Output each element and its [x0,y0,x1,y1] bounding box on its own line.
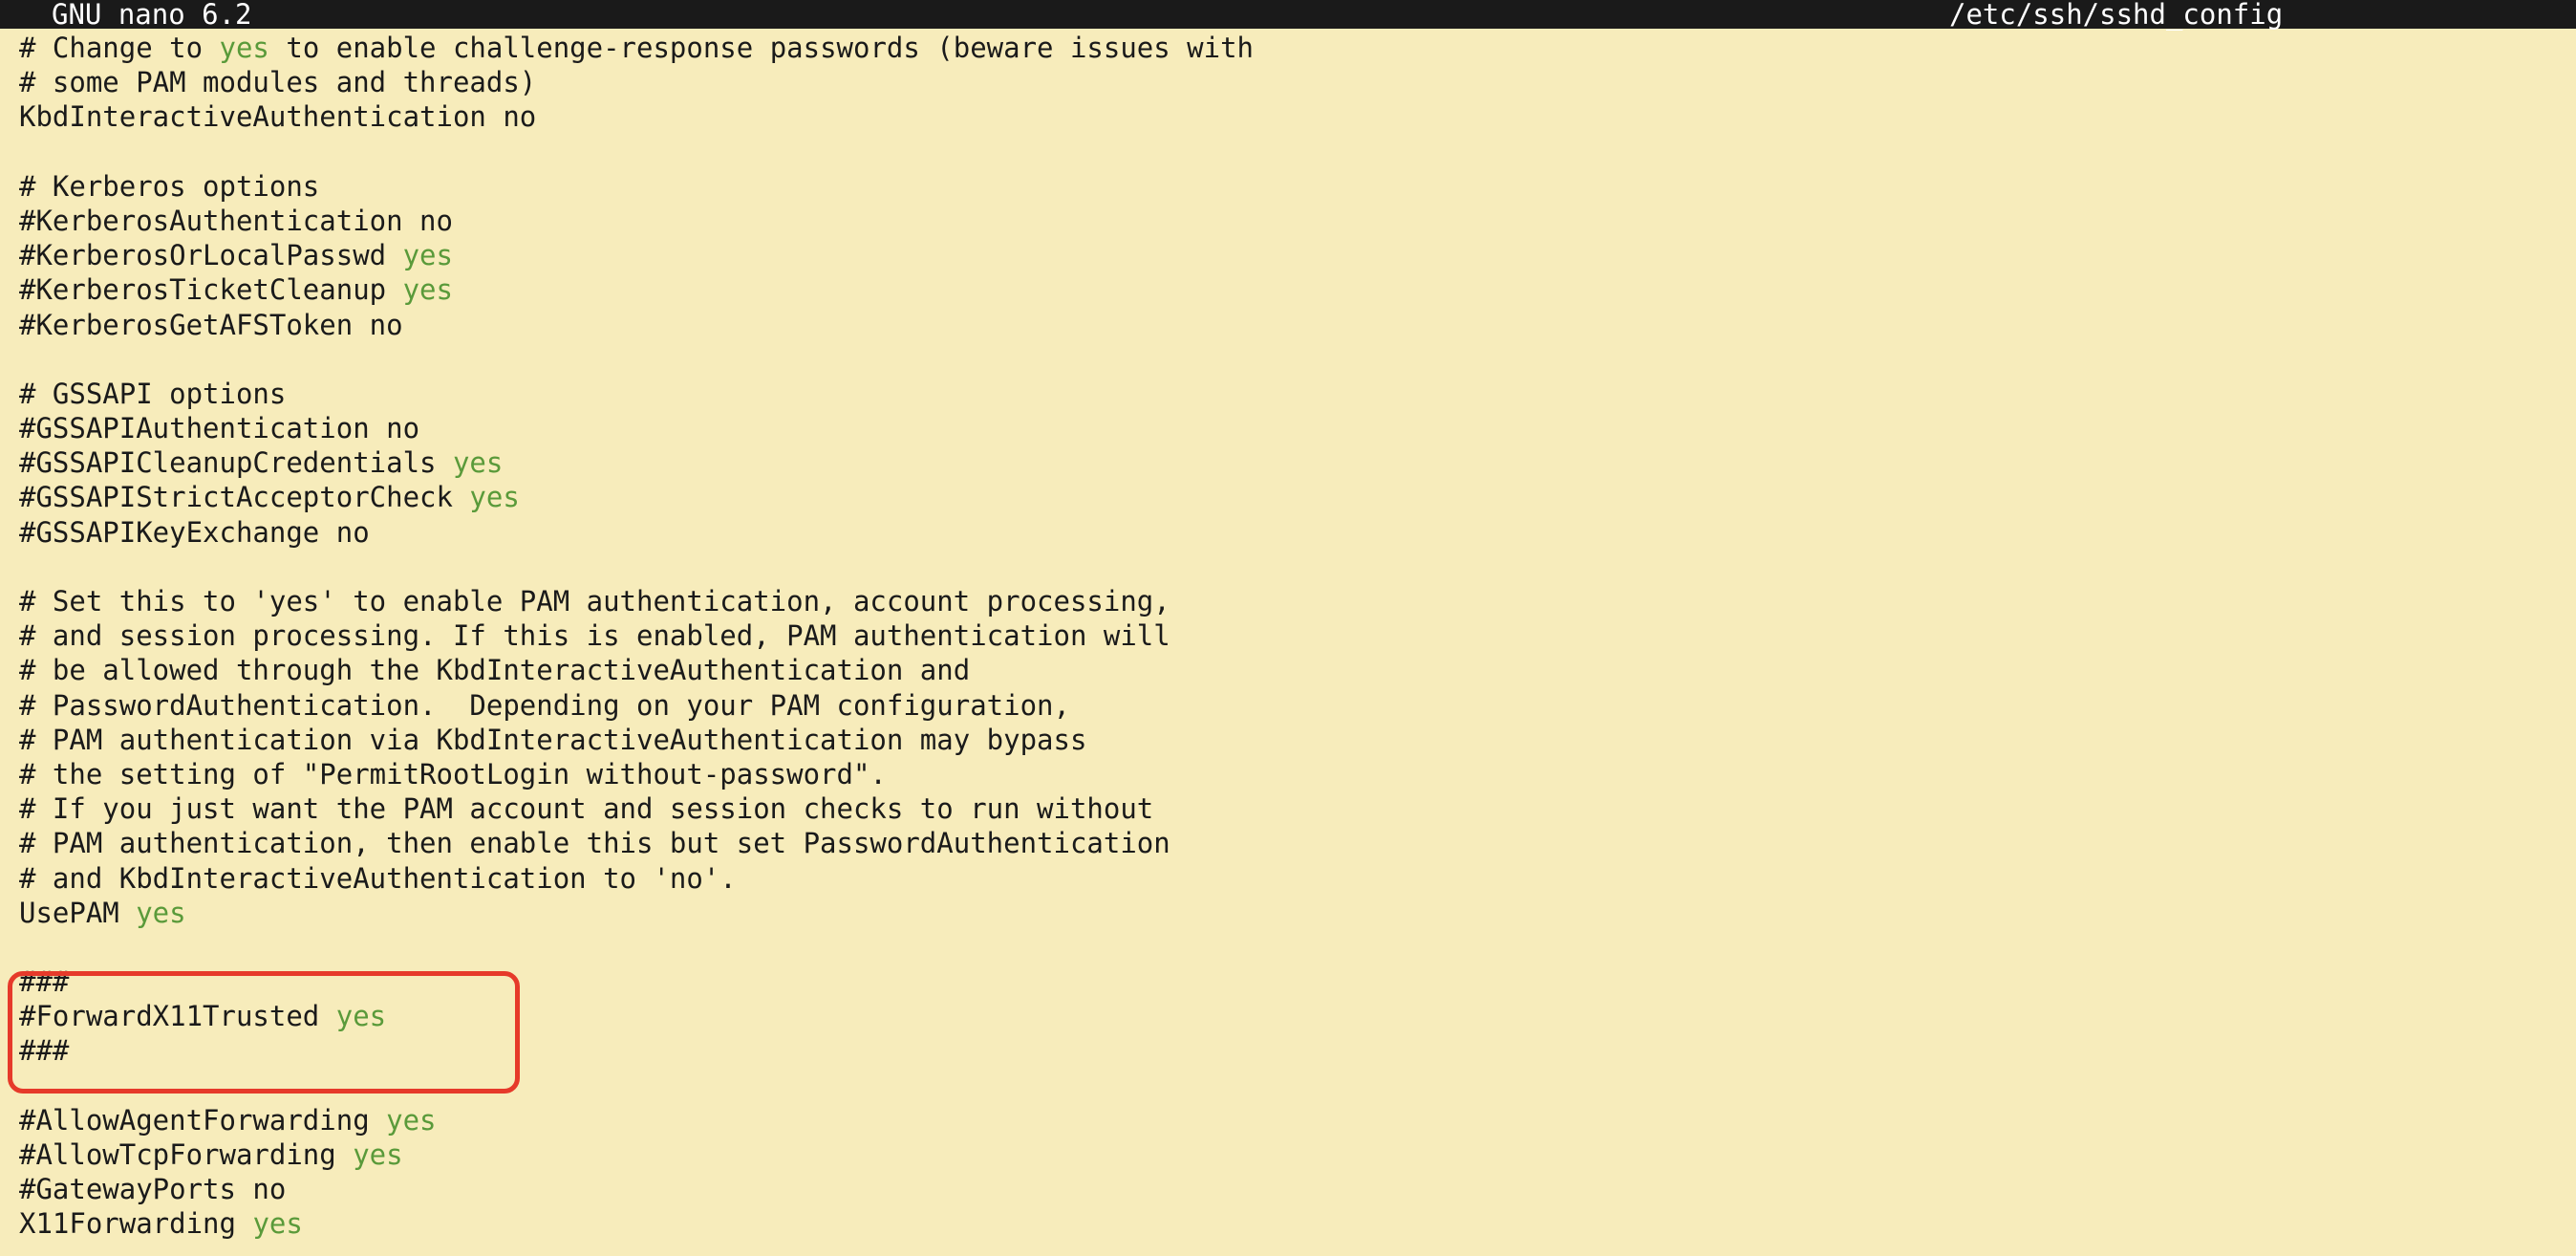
editor-line[interactable]: #GatewayPorts no [19,1172,2576,1206]
text-segment: ### [19,965,69,998]
syntax-yes-token: yes [220,32,269,64]
editor-line[interactable] [19,550,2576,584]
text-segment: #KerberosAuthentication no [19,205,453,237]
editor-line[interactable]: # Kerberos options [19,169,2576,204]
syntax-yes-token: yes [136,897,185,929]
editor-line[interactable]: #KerberosGetAFSToken no [19,308,2576,342]
editor-line[interactable]: # PasswordAuthentication. Depending on y… [19,688,2576,723]
text-segment: #GatewayPorts no [19,1173,286,1205]
editor-line[interactable]: #AllowAgentForwarding yes [19,1103,2576,1137]
editor-line[interactable]: UsePAM yes [19,896,2576,930]
syntax-yes-token: yes [403,273,453,306]
editor-line[interactable] [19,135,2576,169]
text-segment: X11Forwarding [19,1207,252,1240]
syntax-yes-token: yes [336,1000,386,1032]
editor-line[interactable]: # and session processing. If this is ena… [19,618,2576,653]
editor-line[interactable]: #KerberosOrLocalPasswd yes [19,238,2576,272]
editor-line[interactable]: # Change to yes to enable challenge-resp… [19,31,2576,65]
editor-line[interactable]: #ForwardX11Trusted yes [19,999,2576,1033]
editor-line[interactable]: X11Forwarding yes [19,1206,2576,1241]
syntax-yes-token: yes [252,1207,302,1240]
editor-content[interactable]: # Change to yes to enable challenge-resp… [0,29,2576,1242]
text-segment: #GSSAPIKeyExchange no [19,516,370,549]
text-segment: # PAM authentication, then enable this b… [19,827,1170,859]
text-segment: #KerberosTicketCleanup [19,273,403,306]
text-segment: # If you just want the PAM account and s… [19,792,1153,825]
editor-line[interactable]: # be allowed through the KbdInteractiveA… [19,653,2576,687]
text-segment: to enable challenge-response passwords (… [269,32,1254,64]
syntax-yes-token: yes [469,481,519,513]
text-segment: #ForwardX11Trusted [19,1000,336,1032]
text-segment: #GSSAPIAuthentication no [19,412,419,444]
editor-line[interactable]: #GSSAPICleanupCredentials yes [19,445,2576,480]
text-segment: # GSSAPI options [19,378,286,410]
editor-line[interactable]: ### [19,1033,2576,1068]
text-segment: # Set this to 'yes' to enable PAM authen… [19,585,1170,617]
editor-line[interactable]: # If you just want the PAM account and s… [19,791,2576,826]
editor-line[interactable]: # and KbdInteractiveAuthentication to 'n… [19,861,2576,896]
text-segment: #KerberosGetAFSToken no [19,309,403,341]
app-name: GNU nano 6.2 [0,0,252,29]
syntax-yes-token: yes [403,239,453,271]
text-segment: # Change to [19,32,220,64]
text-segment: UsePAM [19,897,136,929]
text-segment: #KerberosOrLocalPasswd [19,239,403,271]
nano-titlebar: GNU nano 6.2 /etc/ssh/sshd_config [0,0,2576,29]
text-segment: #GSSAPIStrictAcceptorCheck [19,481,469,513]
editor-line[interactable]: # PAM authentication, then enable this b… [19,826,2576,860]
editor-line[interactable]: #KerberosAuthentication no [19,204,2576,238]
text-segment: # PasswordAuthentication. Depending on y… [19,689,1070,722]
text-segment: #AllowAgentForwarding [19,1104,386,1137]
text-segment: KbdInteractiveAuthentication no [19,100,536,133]
editor-line[interactable]: #GSSAPIKeyExchange no [19,515,2576,550]
file-path: /etc/ssh/sshd_config [1949,0,2283,29]
editor-line[interactable]: #GSSAPIAuthentication no [19,411,2576,445]
editor-line[interactable] [19,1069,2576,1103]
editor-line[interactable]: #KerberosTicketCleanup yes [19,272,2576,307]
editor-line[interactable]: KbdInteractiveAuthentication no [19,99,2576,134]
text-segment: #AllowTcpForwarding [19,1138,353,1171]
editor-line[interactable]: # PAM authentication via KbdInteractiveA… [19,723,2576,757]
text-segment: # be allowed through the KbdInteractiveA… [19,654,970,686]
editor-line[interactable]: # GSSAPI options [19,377,2576,411]
syntax-yes-token: yes [386,1104,436,1137]
editor-line[interactable] [19,342,2576,377]
editor-line[interactable]: # the setting of "PermitRootLogin withou… [19,757,2576,791]
editor-line[interactable]: #AllowTcpForwarding yes [19,1137,2576,1172]
editor-line[interactable]: #GSSAPIStrictAcceptorCheck yes [19,480,2576,514]
editor-line[interactable] [19,930,2576,964]
editor-line[interactable]: # some PAM modules and threads) [19,65,2576,99]
text-segment: #GSSAPICleanupCredentials [19,446,453,479]
syntax-yes-token: yes [353,1138,402,1171]
text-segment: # and KbdInteractiveAuthentication to 'n… [19,862,737,895]
text-segment: # Kerberos options [19,170,319,203]
text-segment: # some PAM modules and threads) [19,66,536,98]
text-segment: ### [19,1034,69,1067]
editor-line[interactable]: ### [19,964,2576,999]
editor-line[interactable]: # Set this to 'yes' to enable PAM authen… [19,584,2576,618]
text-segment: # PAM authentication via KbdInteractiveA… [19,724,1086,756]
text-segment: # and session processing. If this is ena… [19,619,1170,652]
syntax-yes-token: yes [453,446,503,479]
text-segment: # the setting of "PermitRootLogin withou… [19,758,887,790]
